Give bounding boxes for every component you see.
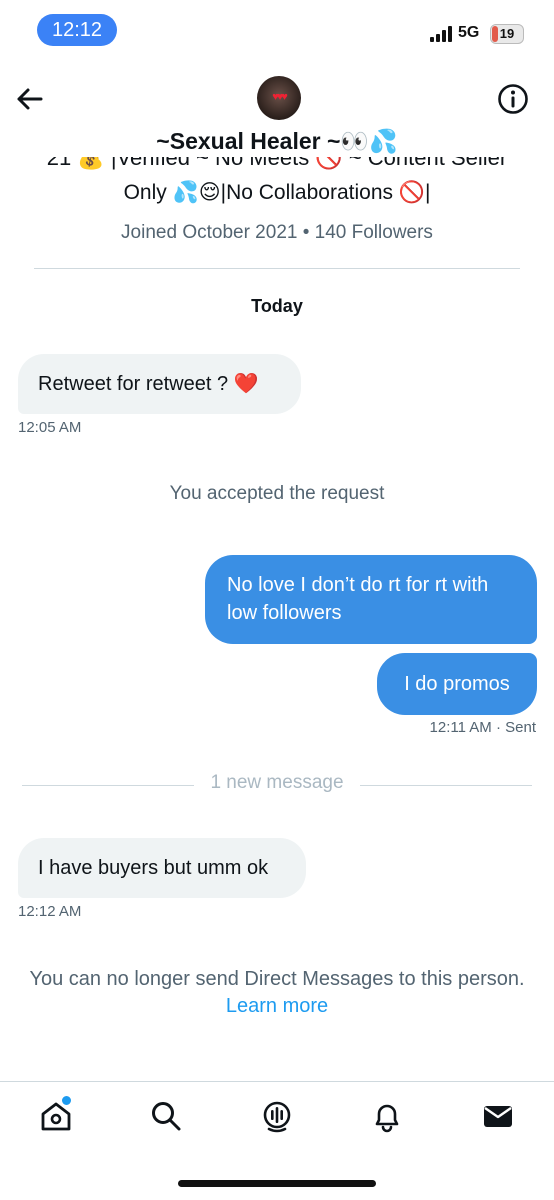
network-type: 5G xyxy=(458,24,480,41)
tab-bar-divider xyxy=(0,1081,554,1082)
battery-percent: 19 xyxy=(499,26,515,41)
sent-status: · Sent xyxy=(495,719,536,736)
blocked-notice: You can no longer send Direct Messages t… xyxy=(0,966,554,1020)
battery-icon: 19 xyxy=(490,24,524,44)
search-icon xyxy=(152,1102,181,1131)
message-bubble-outgoing[interactable]: No love I don’t do rt for rt with low fo… xyxy=(205,555,537,644)
profile-name[interactable]: ~Sexual Healer ~👀💦 xyxy=(0,128,554,155)
new-message-divider-line xyxy=(360,785,532,786)
blocked-notice-text: You can no longer send Direct Messages t… xyxy=(29,968,525,990)
tab-notifications[interactable] xyxy=(369,1098,405,1134)
request-accepted-notice: You accepted the request xyxy=(169,483,385,504)
tab-messages[interactable] xyxy=(480,1098,516,1134)
message-bubble-incoming[interactable]: Retweet for retweet ? ❤️ xyxy=(18,354,301,414)
message-bubble-incoming[interactable]: I have buyers but umm ok xyxy=(18,838,306,898)
bell-icon xyxy=(375,1104,399,1133)
avatar-emoji-overlay: ♥♥♥ xyxy=(272,91,288,103)
tab-search[interactable] xyxy=(148,1098,184,1134)
bio-line-2: Only 💦😌|No Collaborations 🚫| xyxy=(123,181,431,204)
status-time: 12:12 xyxy=(37,14,117,46)
message-meta: 12:11 AM · Sent xyxy=(340,719,536,736)
day-label: Today xyxy=(251,296,303,316)
joined-followers: Joined October 2021 • 140 Followers xyxy=(121,222,433,243)
info-icon[interactable] xyxy=(496,82,530,116)
message-time: 12:11 AM xyxy=(429,719,492,736)
spaces-icon xyxy=(263,1101,291,1133)
back-arrow-icon[interactable] xyxy=(12,82,46,116)
home-indicator[interactable] xyxy=(178,1180,376,1187)
message-bubble-outgoing[interactable]: I do promos xyxy=(377,653,537,715)
bio-line-1: 21 💰 |Verified ~ No Meets 🚫 ~ Content Se… xyxy=(46,157,508,170)
avatar[interactable]: ♥♥♥ xyxy=(257,76,301,120)
signal-icon xyxy=(430,26,452,42)
message-time: 12:12 AM xyxy=(18,903,82,920)
envelope-icon xyxy=(484,1106,512,1127)
tab-spaces[interactable] xyxy=(259,1098,295,1134)
message-time: 12:05 AM xyxy=(18,419,82,436)
header-divider xyxy=(34,268,520,269)
notification-badge xyxy=(60,1094,73,1107)
learn-more-link[interactable]: Learn more xyxy=(0,993,554,1020)
new-message-divider: 1 new message xyxy=(210,772,344,793)
